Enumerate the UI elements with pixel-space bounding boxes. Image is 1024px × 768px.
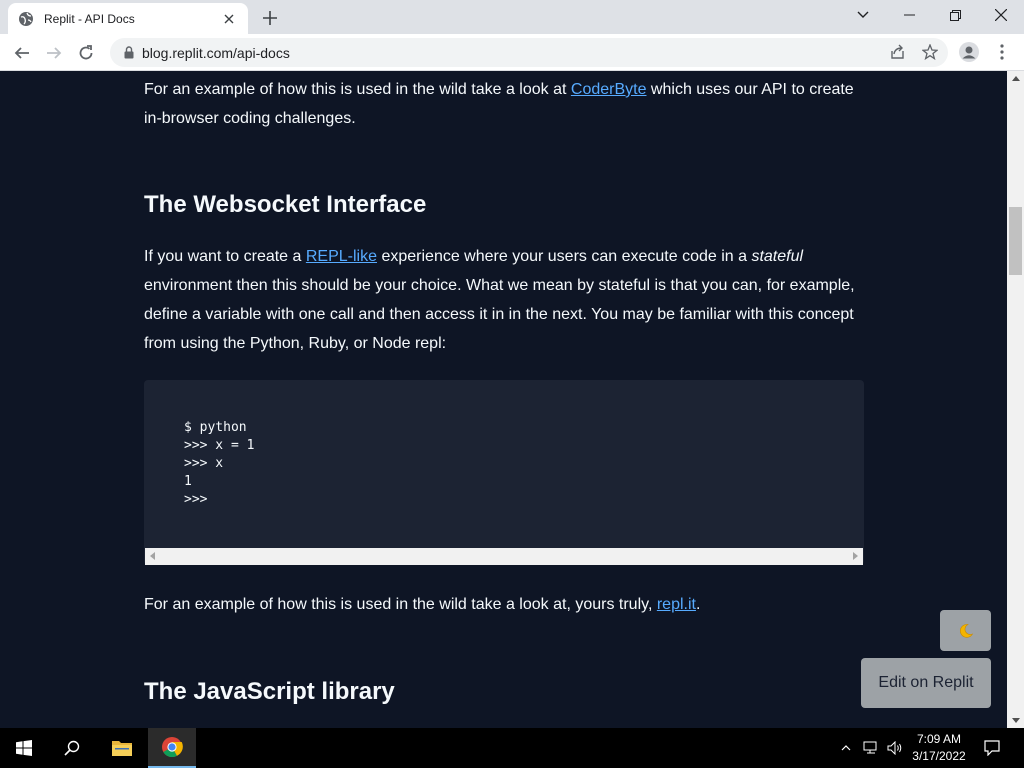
chrome-icon — [162, 737, 183, 758]
file-explorer-button[interactable] — [98, 728, 146, 768]
address-bar[interactable]: blog.replit.com/api-docs — [110, 38, 948, 67]
paragraph-text: For an example of how this is used in th… — [144, 81, 571, 98]
moon-icon — [959, 623, 973, 638]
windows-start-icon — [16, 740, 32, 756]
scroll-right-arrow-icon[interactable] — [853, 552, 858, 560]
page-vertical-scrollbar[interactable] — [1007, 71, 1024, 728]
profile-icon[interactable] — [958, 41, 980, 63]
restore-icon — [949, 9, 961, 21]
scroll-down-arrow-icon[interactable] — [1012, 718, 1020, 723]
scroll-left-arrow-icon[interactable] — [150, 552, 155, 560]
minimize-button[interactable] — [886, 0, 932, 30]
paragraph-text: If you want to create a — [144, 248, 306, 265]
replit-link[interactable]: repl.it — [657, 596, 696, 613]
paragraph-text: . — [695, 596, 701, 613]
code-content: $ python >>> x = 1 >>> x 1 >>> — [184, 420, 255, 507]
network-button[interactable] — [860, 728, 882, 768]
start-button[interactable] — [0, 728, 48, 768]
browser-toolbar: blog.replit.com/api-docs — [0, 34, 1024, 71]
page-viewport[interactable]: For an example of how this is used in th… — [0, 71, 1007, 728]
volume-icon — [887, 741, 902, 755]
theme-toggle-button[interactable] — [940, 610, 991, 651]
tab-strip: Replit - API Docs — [0, 0, 1024, 34]
heading-javascript-library: The JavaScript library — [144, 678, 395, 705]
code-horizontal-scrollbar[interactable] — [145, 548, 863, 565]
code-block[interactable]: $ python >>> x = 1 >>> x 1 >>> — [144, 380, 864, 565]
volume-button[interactable] — [884, 728, 906, 768]
clock-time: 7:09 AM — [916, 732, 962, 746]
reload-button[interactable] — [72, 39, 100, 67]
notification-button[interactable] — [978, 728, 1006, 768]
paragraph-replit: For an example of how this is used in th… — [144, 590, 864, 619]
arrow-left-icon — [14, 47, 29, 59]
search-icon — [64, 740, 80, 756]
restore-button[interactable] — [932, 0, 978, 30]
close-window-button[interactable] — [978, 0, 1024, 30]
star-icon[interactable] — [919, 41, 941, 63]
share-icon[interactable] — [887, 41, 909, 63]
coderbyte-link[interactable]: CoderByte — [571, 81, 647, 98]
scrollbar-thumb[interactable] — [1009, 207, 1022, 275]
tab-title: Replit - API Docs — [44, 11, 135, 26]
tab-search-button[interactable] — [840, 0, 886, 30]
network-icon — [863, 741, 877, 754]
section-heading-javascript: The JavaScript library — [144, 678, 864, 706]
section-heading-websocket: The Websocket Interface — [144, 191, 864, 219]
chrome-taskbar-button[interactable] — [148, 728, 196, 768]
minimize-icon — [903, 14, 915, 16]
windows-taskbar: 7:09 AM 3/17/2022 — [0, 728, 1024, 768]
globe-icon — [18, 11, 34, 27]
new-tab-button[interactable] — [258, 6, 282, 30]
taskbar-search-button[interactable] — [48, 728, 96, 768]
heading-websocket-interface: The Websocket Interface — [144, 191, 427, 218]
paragraph-text: For an example of how this is used in th… — [144, 596, 657, 613]
clock-date: 3/17/2022 — [912, 749, 966, 763]
show-hidden-icons-button[interactable] — [836, 728, 856, 768]
close-tab-icon[interactable] — [220, 10, 238, 28]
paragraph-websocket: If you want to create a REPL-like experi… — [144, 242, 864, 358]
edit-on-replit-button[interactable]: Edit on Replit — [861, 658, 991, 708]
back-button[interactable] — [8, 39, 36, 67]
lock-icon[interactable] — [122, 46, 136, 60]
forward-button[interactable] — [40, 39, 68, 67]
paragraph-text: environment then this should be your cho… — [144, 277, 855, 352]
browser-tab[interactable]: Replit - API Docs — [8, 3, 248, 34]
arrow-right-icon — [47, 47, 62, 59]
more-vert-icon[interactable] — [991, 41, 1013, 63]
chevron-up-icon — [841, 745, 851, 751]
url-text[interactable]: blog.replit.com/api-docs — [142, 45, 290, 61]
chevron-down-icon — [857, 11, 869, 18]
reload-icon — [79, 45, 93, 60]
notification-icon — [984, 740, 1000, 756]
plus-icon — [263, 11, 277, 25]
paragraph-coderbyte: For an example of how this is used in th… — [144, 75, 864, 133]
close-icon — [995, 9, 1007, 21]
taskbar-clock[interactable]: 7:09 AM 3/17/2022 — [908, 731, 970, 765]
file-explorer-icon — [112, 741, 132, 756]
emphasis-stateful: stateful — [751, 248, 804, 265]
scroll-up-arrow-icon[interactable] — [1012, 76, 1020, 81]
repl-like-link[interactable]: REPL-like — [306, 248, 377, 265]
paragraph-text: experience where your users can execute … — [377, 248, 752, 265]
